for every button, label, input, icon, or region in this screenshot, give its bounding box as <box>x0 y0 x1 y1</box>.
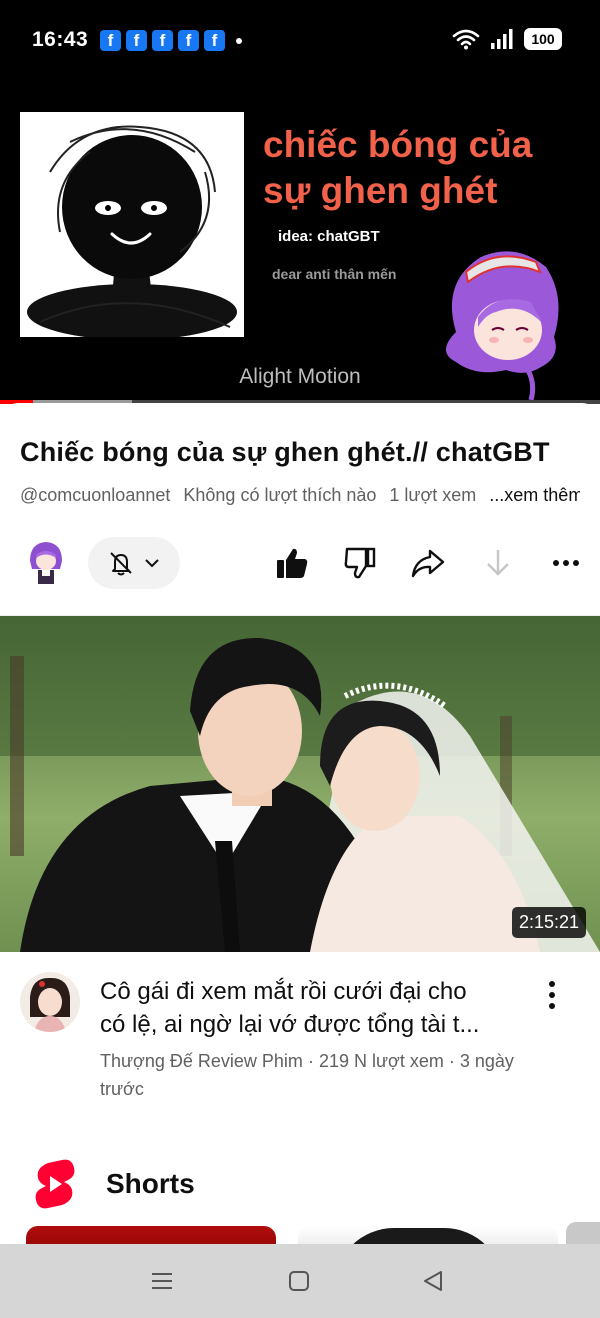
shorts-logo-icon <box>35 1159 75 1209</box>
signal-icon <box>491 29 513 49</box>
battery-icon: 100 <box>524 28 562 50</box>
back-triangle-icon <box>424 1271 442 1291</box>
recommended-title-line-2: có lệ, ai ngờ lại vớ được tổng tài t... <box>100 1011 480 1038</box>
share-button[interactable] <box>408 543 448 583</box>
shorts-header: Shorts <box>34 1158 195 1210</box>
more-notifications-dot-icon <box>236 37 242 44</box>
status-time: 16:43 <box>32 28 89 51</box>
recommended-channel-avatar[interactable] <box>20 972 80 1032</box>
scribble-shadow-figure-image <box>20 112 244 337</box>
channel-handle[interactable]: @comcuonloannet <box>20 485 170 505</box>
recommended-views: 219 N lượt xem <box>318 1051 444 1071</box>
likes-count: Không có lượt thích nào <box>183 485 377 505</box>
thumbs-up-icon <box>277 548 308 578</box>
youtube-watch-screen: 16:43 f f f f f 100 chiếc bóng của sự gh… <box>0 0 600 1318</box>
menu-lines-icon <box>152 1273 172 1289</box>
idea-caption: idea: chatGBT <box>278 228 380 245</box>
shorts-section-title: Shorts <box>106 1168 195 1199</box>
status-right: 100 <box>452 28 562 50</box>
download-button[interactable] <box>478 543 518 583</box>
recommended-video-title[interactable]: Cô gái đi xem mắt rồi cưới đại cho có lệ… <box>100 975 530 1041</box>
wedding-couple-image <box>0 616 600 952</box>
video-title[interactable]: Chiếc bóng của sự ghen ghét.// chatGBT <box>20 437 580 468</box>
facebook-icon: f <box>178 30 199 51</box>
views-count: 1 lượt xem <box>389 485 477 505</box>
home-square-icon <box>289 1271 309 1291</box>
video-meta[interactable]: @comcuonloannet Không có lượt thích nào … <box>20 485 580 506</box>
system-navigation-bar <box>0 1244 600 1318</box>
facebook-icon: f <box>152 30 173 51</box>
show-more-link[interactable]: ...xem thêm <box>489 485 580 505</box>
meta-separator: · <box>307 1051 314 1071</box>
recent-apps-button[interactable] <box>147 1266 177 1296</box>
more-actions-button[interactable] <box>546 543 586 583</box>
share-arrow-icon <box>411 549 445 578</box>
recommended-video-thumbnail[interactable]: 2:15:21 <box>0 616 600 952</box>
status-bar: 16:43 f f f f f 100 <box>0 0 600 82</box>
facebook-icon: f <box>204 30 225 51</box>
wifi-icon <box>452 29 480 50</box>
action-bar <box>0 535 600 591</box>
recommended-title-line-1: Cô gái đi xem mắt rồi cưới đại cho <box>100 978 467 1005</box>
video-duration-badge: 2:15:21 <box>511 907 586 938</box>
subscribed-notifications-button[interactable] <box>88 537 180 589</box>
facebook-icon: f <box>100 30 121 51</box>
home-button[interactable] <box>284 1266 314 1296</box>
facebook-icon: f <box>126 30 147 51</box>
more-horizontal-icon <box>553 560 579 566</box>
meta-separator: · <box>448 1051 455 1071</box>
chevron-down-icon <box>145 559 159 568</box>
video-info-panel: Chiếc bóng của sự ghen ghét.// chatGBT @… <box>0 403 600 615</box>
recommended-more-menu-icon[interactable] <box>540 978 564 1012</box>
download-icon <box>487 550 509 576</box>
dislike-button[interactable] <box>340 543 380 583</box>
video-player[interactable]: chiếc bóng của sự ghen ghét idea: chatGB… <box>0 82 600 404</box>
alight-motion-watermark: Alight Motion <box>239 365 361 388</box>
recommended-video-meta: Thượng Đế Review Phim · 219 N lượt xem ·… <box>100 1047 530 1103</box>
dear-caption: dear anti thân mến <box>272 266 397 282</box>
recommended-channel-name: Thượng Đế Review Phim <box>100 1051 303 1071</box>
back-button[interactable] <box>418 1266 448 1296</box>
channel-avatar[interactable] <box>24 539 68 587</box>
like-button[interactable] <box>272 543 312 583</box>
video-overlay-title: chiếc bóng của sự ghen ghét <box>263 124 533 211</box>
bell-off-icon <box>110 552 132 576</box>
thumbs-down-icon <box>344 547 376 579</box>
notification-icons: f f f f f <box>100 30 242 51</box>
